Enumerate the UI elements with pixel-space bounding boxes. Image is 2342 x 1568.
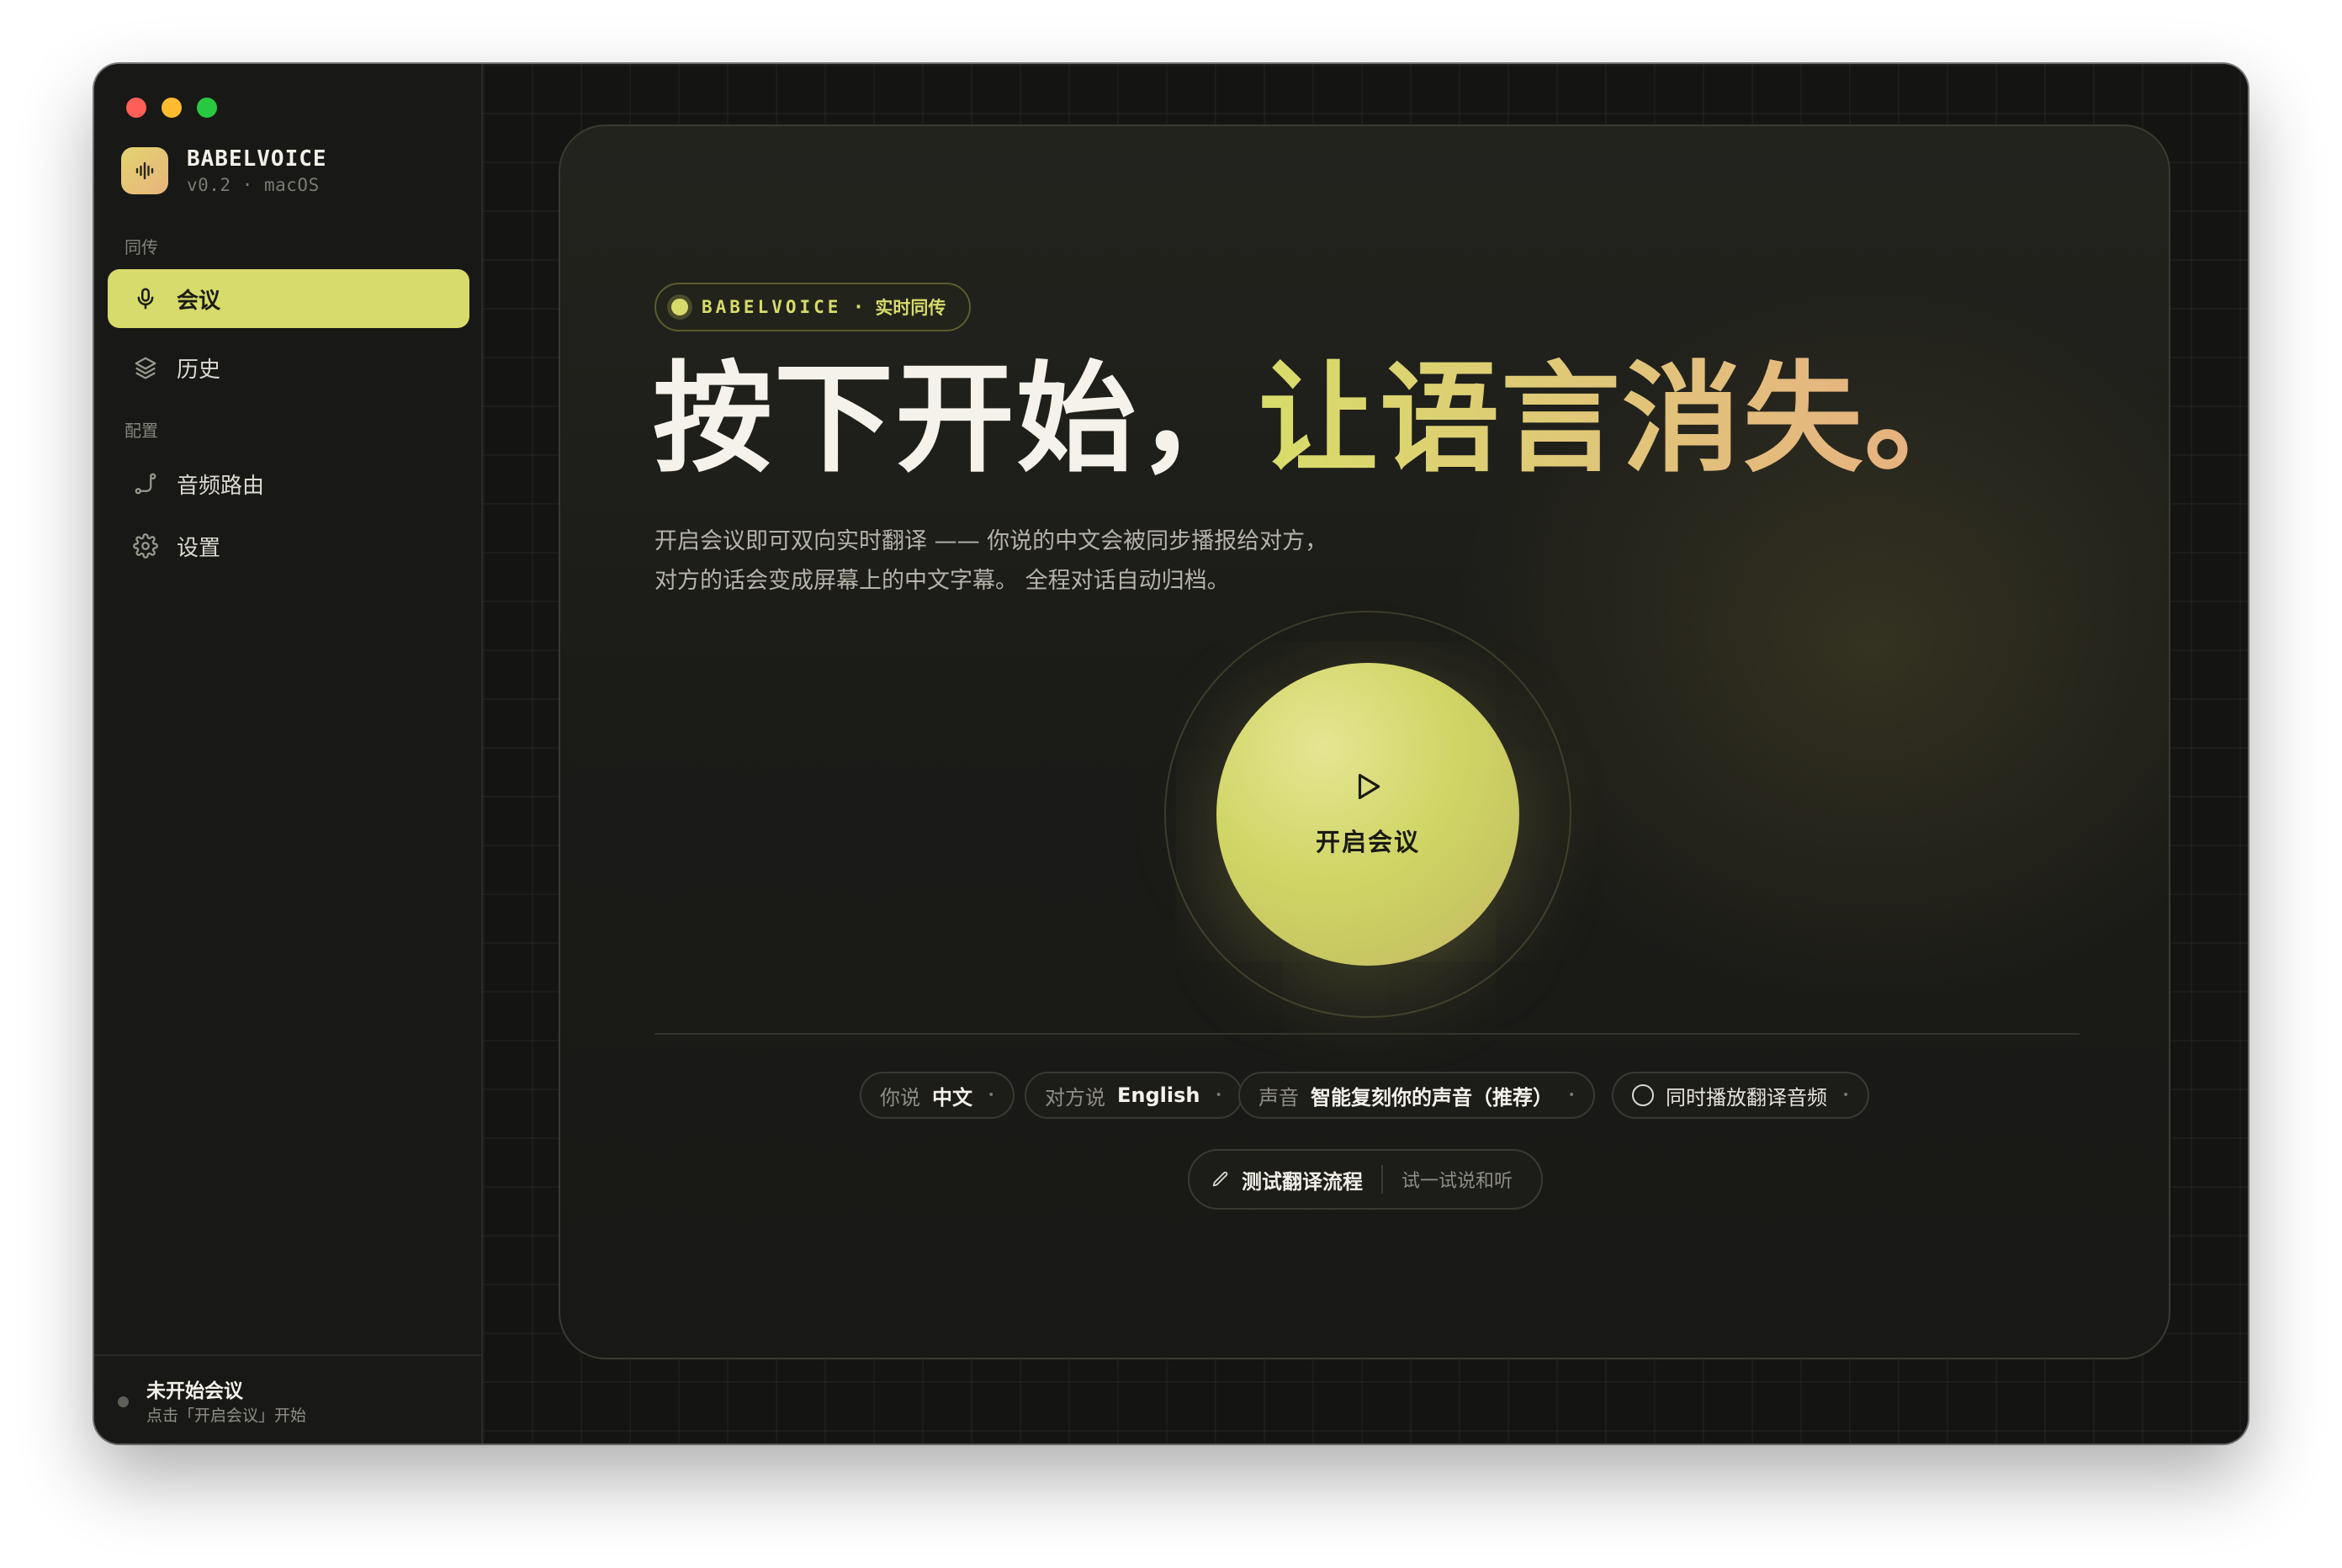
- headline-accent: 让语言消失。: [1258, 350, 1985, 489]
- radio-icon: [1632, 1084, 1654, 1106]
- tag-brand: BABELVOICE: [702, 297, 842, 317]
- you-speak-key: 你说: [880, 1085, 920, 1110]
- meeting-status: 未开始会议 点击「开启会议」开始: [94, 1354, 481, 1444]
- they-speak-key: 对方说: [1045, 1085, 1105, 1110]
- start-meeting-label: 开启会议: [1315, 828, 1420, 856]
- chevron-down-icon: •: [1568, 1089, 1576, 1102]
- play-icon: [1358, 773, 1380, 800]
- live-indicator: [671, 299, 688, 315]
- sidebar-item-label: 历史: [177, 357, 221, 383]
- page-title: 按下开始，让语言消失。: [653, 360, 1985, 479]
- pencil-icon: [1212, 1171, 1228, 1187]
- main-area: BABELVOICE · 实时同传 按下开始，让语言消失。 开启会议即可双向实时…: [483, 64, 2248, 1444]
- they-speak-select[interactable]: 对方说 English •: [1025, 1072, 1243, 1119]
- description-line: 开启会议即可双向实时翻译 —— 你说的中文会被同步播报给对方，: [654, 528, 1328, 554]
- section-label-config: 配置: [125, 421, 158, 441]
- sidebar-item-history[interactable]: 历史: [108, 338, 469, 397]
- microphone-icon: [137, 288, 154, 310]
- status-subtitle: 点击「开启会议」开始: [146, 1406, 307, 1425]
- section-label-interpretation: 同传: [125, 237, 158, 257]
- app-window: BABELVOICE v0.2 · macOS 同传 会议 历史 配置 音频路由…: [94, 64, 2248, 1444]
- brand-version: v0.2 · macOS: [187, 175, 320, 195]
- close-window-button[interactable]: [126, 98, 146, 118]
- separator: [1381, 1165, 1383, 1194]
- sidebar-item-settings[interactable]: 设置: [108, 516, 469, 575]
- status-indicator: [118, 1396, 129, 1407]
- test-translation-button[interactable]: 测试翻译流程 试一试说和听: [1188, 1149, 1543, 1210]
- tag-text: 实时同传: [875, 298, 946, 318]
- you-speak-select[interactable]: 你说 中文 •: [860, 1072, 1015, 1119]
- description: 开启会议即可双向实时翻译 —— 你说的中文会被同步播报给对方， 对方的话会变成屏…: [654, 522, 1496, 601]
- voice-select[interactable]: 声音 智能复刻你的声音（推荐） •: [1238, 1072, 1596, 1119]
- sidebar-item-label: 音频路由: [177, 473, 265, 499]
- window-controls: [126, 98, 217, 118]
- start-meeting-button[interactable]: 开启会议: [1216, 663, 1519, 966]
- sidebar: BABELVOICE v0.2 · macOS 同传 会议 历史 配置 音频路由…: [94, 64, 483, 1444]
- sidebar-item-audio-routing[interactable]: 音频路由: [108, 454, 469, 513]
- gear-icon: [133, 533, 158, 559]
- playback-toggle[interactable]: 同时播放翻译音频 •: [1612, 1072, 1870, 1119]
- layers-icon: [135, 357, 156, 379]
- description-line: 对方的话会变成屏幕上的中文字幕。 全程对话自动归档。: [654, 568, 1230, 594]
- voice-value: 智能复刻你的声音（推荐）: [1311, 1085, 1553, 1110]
- chevron-down-icon: •: [988, 1089, 995, 1102]
- chevron-down-icon: •: [1215, 1089, 1222, 1102]
- tag-separator: ·: [855, 297, 862, 317]
- status-title: 未开始会议: [146, 1380, 243, 1402]
- they-speak-value: English: [1117, 1083, 1200, 1107]
- sidebar-item-meeting[interactable]: 会议: [108, 269, 469, 328]
- meeting-card: BABELVOICE · 实时同传 按下开始，让语言消失。 开启会议即可双向实时…: [559, 124, 2170, 1359]
- brand-name: BABELVOICE: [187, 146, 327, 172]
- product-tag: BABELVOICE · 实时同传: [654, 283, 972, 331]
- zoom-window-button[interactable]: [197, 98, 217, 118]
- test-translation-hint: 试一试说和听: [1401, 1171, 1513, 1192]
- waveform-icon: [121, 147, 168, 194]
- headline-main: 按下开始，: [653, 350, 1258, 489]
- test-translation-label: 测试翻译流程: [1242, 1169, 1363, 1194]
- sidebar-item-label: 会议: [177, 288, 221, 314]
- divider: [654, 1033, 2080, 1035]
- you-speak-value: 中文: [932, 1085, 972, 1110]
- brand: BABELVOICE v0.2 · macOS: [121, 146, 327, 195]
- chevron-down-icon: •: [1842, 1089, 1850, 1102]
- sidebar-item-label: 设置: [177, 535, 221, 561]
- playback-label: 同时播放翻译音频: [1666, 1085, 1827, 1110]
- minimize-window-button[interactable]: [162, 98, 182, 118]
- voice-key: 声音: [1258, 1085, 1299, 1110]
- route-icon: [135, 473, 156, 495]
